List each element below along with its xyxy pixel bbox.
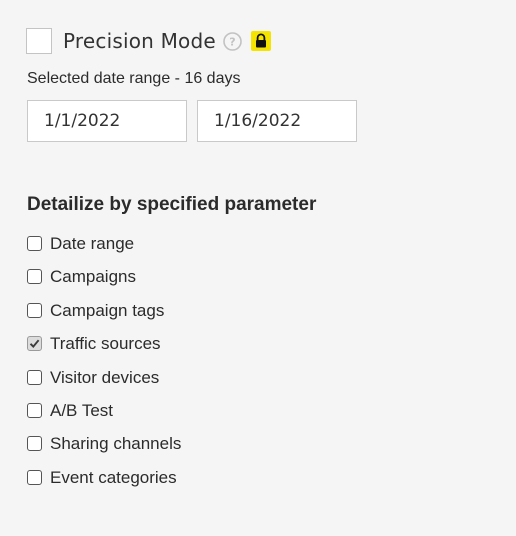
detailize-heading: Detailize by specified parameter (27, 194, 317, 215)
parameter-checkbox[interactable] (27, 469, 42, 485)
detailize-parameter-list: Date range Campaigns Campaign tags Traffic … (27, 233, 181, 500)
parameter-option[interactable]: Campaign tags (27, 300, 181, 333)
parameter-option[interactable]: A/B Test (27, 400, 181, 433)
checkmark-icon (29, 339, 40, 349)
precision-mode-checkbox[interactable] (26, 28, 52, 54)
start-date-input[interactable] (27, 100, 187, 142)
lock-icon (250, 31, 271, 51)
precision-mode-row: Precision Mode ? (26, 27, 271, 55)
end-date-input[interactable] (197, 100, 357, 142)
parameter-option[interactable]: Date range (27, 233, 181, 266)
question-circle-icon[interactable]: ? (223, 31, 242, 51)
parameter-option[interactable]: Visitor devices (27, 367, 181, 400)
parameter-checkbox[interactable] (27, 302, 42, 318)
parameter-option[interactable]: Event categories (27, 467, 181, 500)
date-range-label: Selected date range - 16 days (27, 70, 241, 87)
parameter-label: Campaigns (50, 267, 136, 287)
parameter-label: Sharing channels (50, 434, 182, 454)
parameter-checkbox[interactable] (27, 269, 42, 285)
parameter-label: Date range (50, 234, 135, 253)
parameter-option[interactable]: Traffic sources (27, 333, 181, 366)
parameter-checkbox[interactable] (27, 236, 42, 251)
parameter-option[interactable]: Sharing channels (27, 433, 181, 466)
parameter-checkbox[interactable] (27, 436, 42, 452)
parameter-checkbox[interactable] (27, 402, 42, 418)
parameter-label: Event categories (50, 467, 177, 487)
parameter-label: Campaign tags (50, 300, 165, 320)
parameter-checkbox[interactable] (27, 336, 42, 352)
parameter-checkbox[interactable] (27, 369, 42, 385)
parameter-label: Traffic sources (50, 334, 161, 354)
parameter-label: Visitor devices (50, 367, 160, 387)
parameter-label: A/B Test (50, 400, 113, 420)
svg-text:?: ? (229, 35, 235, 48)
precision-mode-label: Precision Mode (63, 29, 216, 53)
parameter-option[interactable]: Campaigns (27, 266, 181, 299)
